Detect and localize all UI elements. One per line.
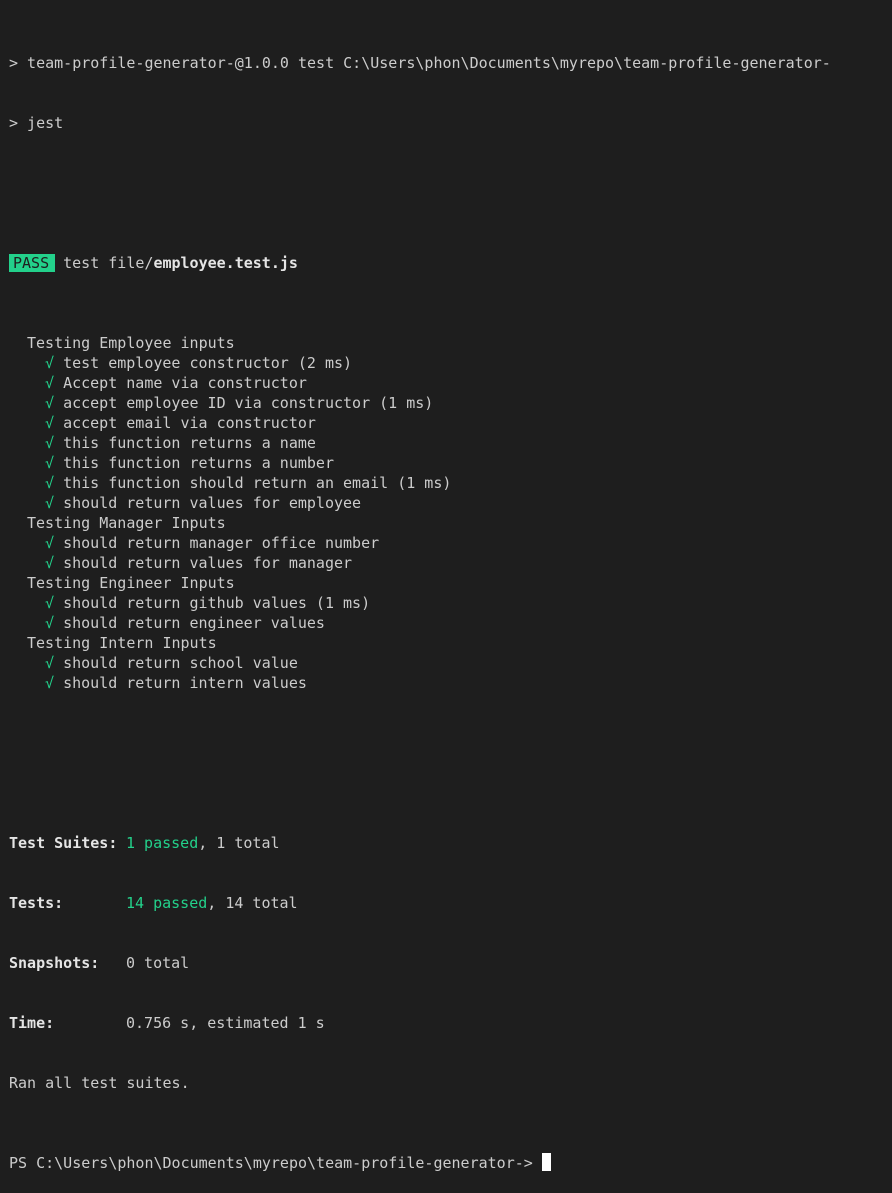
test-case-label: this function returns a name: [63, 434, 316, 452]
test-groups: Testing Employee inputs √ test employee c…: [9, 333, 892, 693]
test-case-label: this function returns a number: [63, 454, 334, 472]
test-case: √ should return school value: [9, 653, 892, 673]
test-case-label: test employee constructor (2 ms): [63, 354, 353, 372]
test-case: √ should return engineer values: [9, 613, 892, 633]
check-icon: √: [45, 494, 55, 512]
snapshots-value: 0 total: [126, 954, 190, 972]
test-case: √ this function returns a number: [9, 453, 892, 473]
test-case: √ should return github values (1 ms): [9, 593, 892, 613]
test-case-label: this function should return an email (1 …: [63, 474, 452, 492]
test-file-name: employee.test.js: [153, 254, 298, 272]
summary-snapshots: Snapshots: 0 total: [9, 953, 892, 973]
test-case: √ should return values for employee: [9, 493, 892, 513]
test-case-label: accept employee ID via constructor (1 ms…: [63, 394, 434, 412]
check-icon: √: [45, 374, 55, 392]
test-case-label: should return values for manager: [63, 554, 353, 572]
test-case: √ should return values for manager: [9, 553, 892, 573]
test-case: √ test employee constructor (2 ms): [9, 353, 892, 373]
check-icon: √: [45, 474, 55, 492]
jest-command-line: > jest: [9, 114, 64, 132]
terminal-output[interactable]: > team-profile-generator-@1.0.0 test C:\…: [0, 0, 892, 1172]
check-icon: √: [45, 354, 55, 372]
tests-passed: 14 passed: [126, 894, 208, 912]
time-value: 0.756 s, estimated 1 s: [126, 1014, 325, 1032]
test-group-title: Testing Manager Inputs: [27, 514, 226, 532]
test-case-label: accept email via constructor: [63, 414, 316, 432]
summary-test-suites: Test Suites: 1 passed, 1 total: [9, 833, 892, 853]
tests-total: , 14 total: [207, 894, 298, 912]
check-icon: √: [45, 414, 55, 432]
check-icon: √: [45, 454, 55, 472]
check-icon: √: [45, 614, 55, 632]
test-case: √ this function should return an email (…: [9, 473, 892, 493]
pass-badge: PASS: [9, 254, 56, 272]
test-case: √ should return intern values: [9, 673, 892, 693]
test-file-prefix: test file/: [63, 254, 154, 272]
test-group-title: Testing Intern Inputs: [27, 634, 217, 652]
test-case-label: should return github values (1 ms): [63, 594, 371, 612]
test-case-label: Accept name via constructor: [63, 374, 307, 392]
check-icon: √: [45, 594, 55, 612]
summary-time: Time: 0.756 s, estimated 1 s: [9, 1013, 892, 1033]
test-group-title: Testing Employee inputs: [27, 334, 235, 352]
test-case-label: should return values for employee: [63, 494, 362, 512]
ran-all-suites: Ran all test suites.: [9, 1074, 190, 1092]
check-icon: √: [45, 554, 55, 572]
summary-label: Snapshots:: [9, 954, 100, 972]
test-case: √ accept employee ID via constructor (1 …: [9, 393, 892, 413]
npm-command-line: > team-profile-generator-@1.0.0 test C:\…: [9, 54, 831, 72]
test-case: √ accept email via constructor: [9, 413, 892, 433]
check-icon: √: [45, 394, 55, 412]
shell-prompt[interactable]: PS C:\Users\phon\Documents\myrepo\team-p…: [9, 1153, 892, 1173]
suites-total: , 1 total: [198, 834, 280, 852]
summary-tests: Tests: 14 passed, 14 total: [9, 893, 892, 913]
test-case: √ this function returns a name: [9, 433, 892, 453]
summary-label: Time:: [9, 1014, 55, 1032]
suites-passed: 1 passed: [126, 834, 199, 852]
check-icon: √: [45, 654, 55, 672]
test-group-title: Testing Engineer Inputs: [27, 574, 235, 592]
test-case-label: should return school value: [63, 654, 298, 672]
check-icon: √: [45, 674, 55, 692]
test-case-label: should return intern values: [63, 674, 307, 692]
check-icon: √: [45, 434, 55, 452]
text-cursor: [541, 1153, 551, 1171]
test-file-result: PASS test file/employee.test.js: [9, 253, 892, 273]
check-icon: √: [45, 534, 55, 552]
test-case: √ Accept name via constructor: [9, 373, 892, 393]
summary-label: Test Suites:: [9, 834, 118, 852]
prompt-text: PS C:\Users\phon\Documents\myrepo\team-p…: [9, 1154, 542, 1172]
summary-label: Tests:: [9, 894, 64, 912]
test-case: √ should return manager office number: [9, 533, 892, 553]
test-case-label: should return manager office number: [63, 534, 380, 552]
test-case-label: should return engineer values: [63, 614, 325, 632]
